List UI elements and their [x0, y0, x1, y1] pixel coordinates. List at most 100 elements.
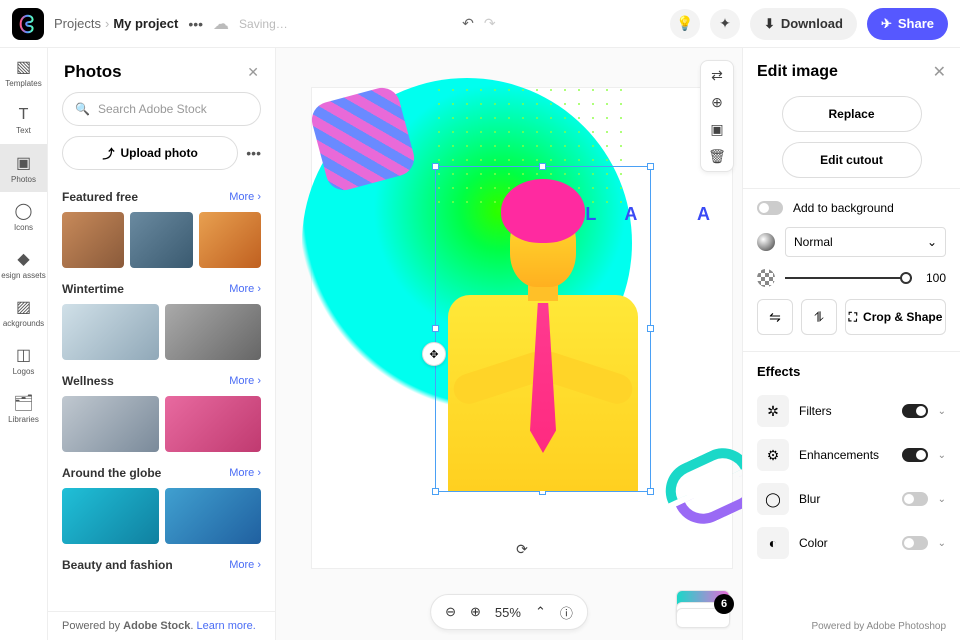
- photo-thumb[interactable]: [165, 488, 262, 544]
- effect-expand[interactable]: ⌄: [938, 538, 946, 549]
- rail-assets[interactable]: ◆esign assets: [0, 240, 47, 288]
- opacity-slider[interactable]: [785, 277, 912, 279]
- flip-horizontal-button[interactable]: ⇋: [757, 299, 793, 335]
- chevron-down-icon: ⌄: [927, 235, 937, 249]
- download-icon: ⬇: [764, 16, 775, 32]
- photo-thumb[interactable]: [62, 212, 124, 268]
- blend-mode-select[interactable]: Normal⌄: [785, 227, 946, 257]
- canvas-tools: ⇄ ⊕ ▣ 🗑: [700, 60, 734, 172]
- add-to-background-toggle[interactable]: [757, 201, 783, 215]
- photo-thumb[interactable]: [62, 488, 159, 544]
- effect-name: Color: [799, 536, 892, 550]
- effect-icon: ◐: [757, 527, 789, 559]
- powered-by-label: Powered by Adobe Photoshop: [811, 621, 946, 632]
- search-icon: 🔍: [75, 102, 90, 116]
- share-icon: ✈: [881, 16, 892, 32]
- effect-icon: ◯: [757, 483, 789, 515]
- zoom-menu-button[interactable]: ⌃: [535, 604, 546, 620]
- selected-image-person[interactable]: [438, 175, 648, 491]
- effect-icon: ⚙: [757, 439, 789, 471]
- crop-shape-button[interactable]: ⛶ Crop & Shape: [845, 299, 946, 335]
- effect-expand[interactable]: ⌄: [938, 494, 946, 505]
- photo-thumb[interactable]: [165, 304, 262, 360]
- move-handle[interactable]: ✥: [422, 342, 446, 366]
- effect-icon: ✲: [757, 395, 789, 427]
- rail-templates[interactable]: ▧Templates: [0, 48, 47, 96]
- rail-photos[interactable]: ▣Photos: [0, 144, 47, 192]
- section-title: Featured free: [62, 190, 138, 204]
- photo-thumb[interactable]: [62, 396, 159, 452]
- rotate-handle[interactable]: ⟳: [516, 541, 528, 558]
- breadcrumb[interactable]: Projects›My project: [54, 16, 178, 31]
- close-right-panel-button[interactable]: ✕: [933, 62, 946, 82]
- effect-toggle-blur[interactable]: [902, 492, 928, 506]
- effect-expand[interactable]: ⌄: [938, 450, 946, 461]
- upload-photo-button[interactable]: ⤴ Upload photo: [62, 136, 238, 170]
- canvas[interactable]: LA A ✥ ⟳: [312, 88, 732, 568]
- more-link[interactable]: More ›: [229, 283, 261, 295]
- zoom-out-button[interactable]: ⊖: [445, 604, 456, 620]
- close-panel-button[interactable]: ✕: [247, 64, 259, 81]
- zoom-in-button[interactable]: ⊕: [470, 604, 481, 620]
- text-icon: T: [19, 106, 29, 124]
- more-link[interactable]: More ›: [229, 559, 261, 571]
- effect-name: Enhancements: [799, 448, 892, 462]
- panel-title: Photos: [64, 62, 122, 82]
- rail-libraries[interactable]: 🗂Libraries: [0, 384, 47, 432]
- swap-button[interactable]: ⇄: [711, 67, 723, 84]
- settings-button[interactable]: ✦: [710, 9, 740, 39]
- download-button[interactable]: ⬇ Download: [750, 8, 857, 40]
- zoom-info-button[interactable]: ⓘ: [560, 603, 573, 622]
- assets-icon: ◆: [17, 249, 29, 269]
- effects-heading: Effects: [757, 364, 946, 379]
- zoom-controls: ⊖ ⊕ 55% ⌃ ⓘ: [430, 594, 588, 630]
- search-input[interactable]: 🔍 Search Adobe Stock: [62, 92, 261, 126]
- effect-toggle-filters[interactable]: [902, 404, 928, 418]
- effect-expand[interactable]: ⌄: [938, 406, 946, 417]
- section-title: Beauty and fashion: [62, 558, 173, 572]
- right-panel-title: Edit image: [757, 63, 838, 81]
- project-menu-button[interactable]: •••: [188, 16, 203, 32]
- add-to-background-label: Add to background: [793, 201, 894, 215]
- edit-cutout-button[interactable]: Edit cutout: [782, 142, 922, 178]
- bg-icon: ▨: [16, 297, 31, 317]
- section-title: Wellness: [62, 374, 114, 388]
- libraries-icon: 🗂: [13, 393, 33, 413]
- rail-bg[interactable]: ▨ackgrounds: [0, 288, 47, 336]
- add-button[interactable]: ⊕: [711, 94, 723, 111]
- effect-name: Filters: [799, 404, 892, 418]
- undo-redo: ↶ ↷: [462, 15, 495, 32]
- redo-button[interactable]: ↷: [484, 15, 496, 32]
- shape-squiggle[interactable]: [658, 456, 742, 546]
- group-button[interactable]: ▣: [710, 121, 723, 138]
- photo-thumb[interactable]: [199, 212, 261, 268]
- cloud-icon: ☁: [213, 14, 229, 34]
- page-count-badge: 6: [714, 594, 734, 614]
- more-link[interactable]: More ›: [229, 467, 261, 479]
- replace-button[interactable]: Replace: [782, 96, 922, 132]
- share-button[interactable]: ✈ Share: [867, 8, 948, 40]
- tips-button[interactable]: 💡: [670, 9, 700, 39]
- rail-text[interactable]: TText: [0, 96, 47, 144]
- photo-thumb[interactable]: [165, 396, 262, 452]
- rail-logos[interactable]: ◫Logos: [0, 336, 47, 384]
- photo-thumb[interactable]: [130, 212, 192, 268]
- delete-button[interactable]: 🗑: [708, 148, 726, 165]
- app-logo[interactable]: [12, 8, 44, 40]
- icons-icon: ◯: [15, 201, 33, 221]
- selection-box[interactable]: [435, 166, 651, 492]
- learn-more-link[interactable]: Learn more.: [197, 620, 256, 632]
- photo-thumb[interactable]: [62, 304, 159, 360]
- templates-icon: ▧: [16, 57, 31, 77]
- page-stack[interactable]: 6: [676, 604, 730, 628]
- more-link[interactable]: More ›: [229, 375, 261, 387]
- effect-toggle-enhancements[interactable]: [902, 448, 928, 462]
- flip-vertical-button[interactable]: ⥮: [801, 299, 837, 335]
- more-link[interactable]: More ›: [229, 191, 261, 203]
- effect-name: Blur: [799, 492, 892, 506]
- effect-toggle-color[interactable]: [902, 536, 928, 550]
- rail-icons[interactable]: ◯Icons: [0, 192, 47, 240]
- upload-menu-button[interactable]: •••: [246, 145, 261, 161]
- zoom-value[interactable]: 55%: [495, 605, 521, 620]
- undo-button[interactable]: ↶: [462, 15, 474, 32]
